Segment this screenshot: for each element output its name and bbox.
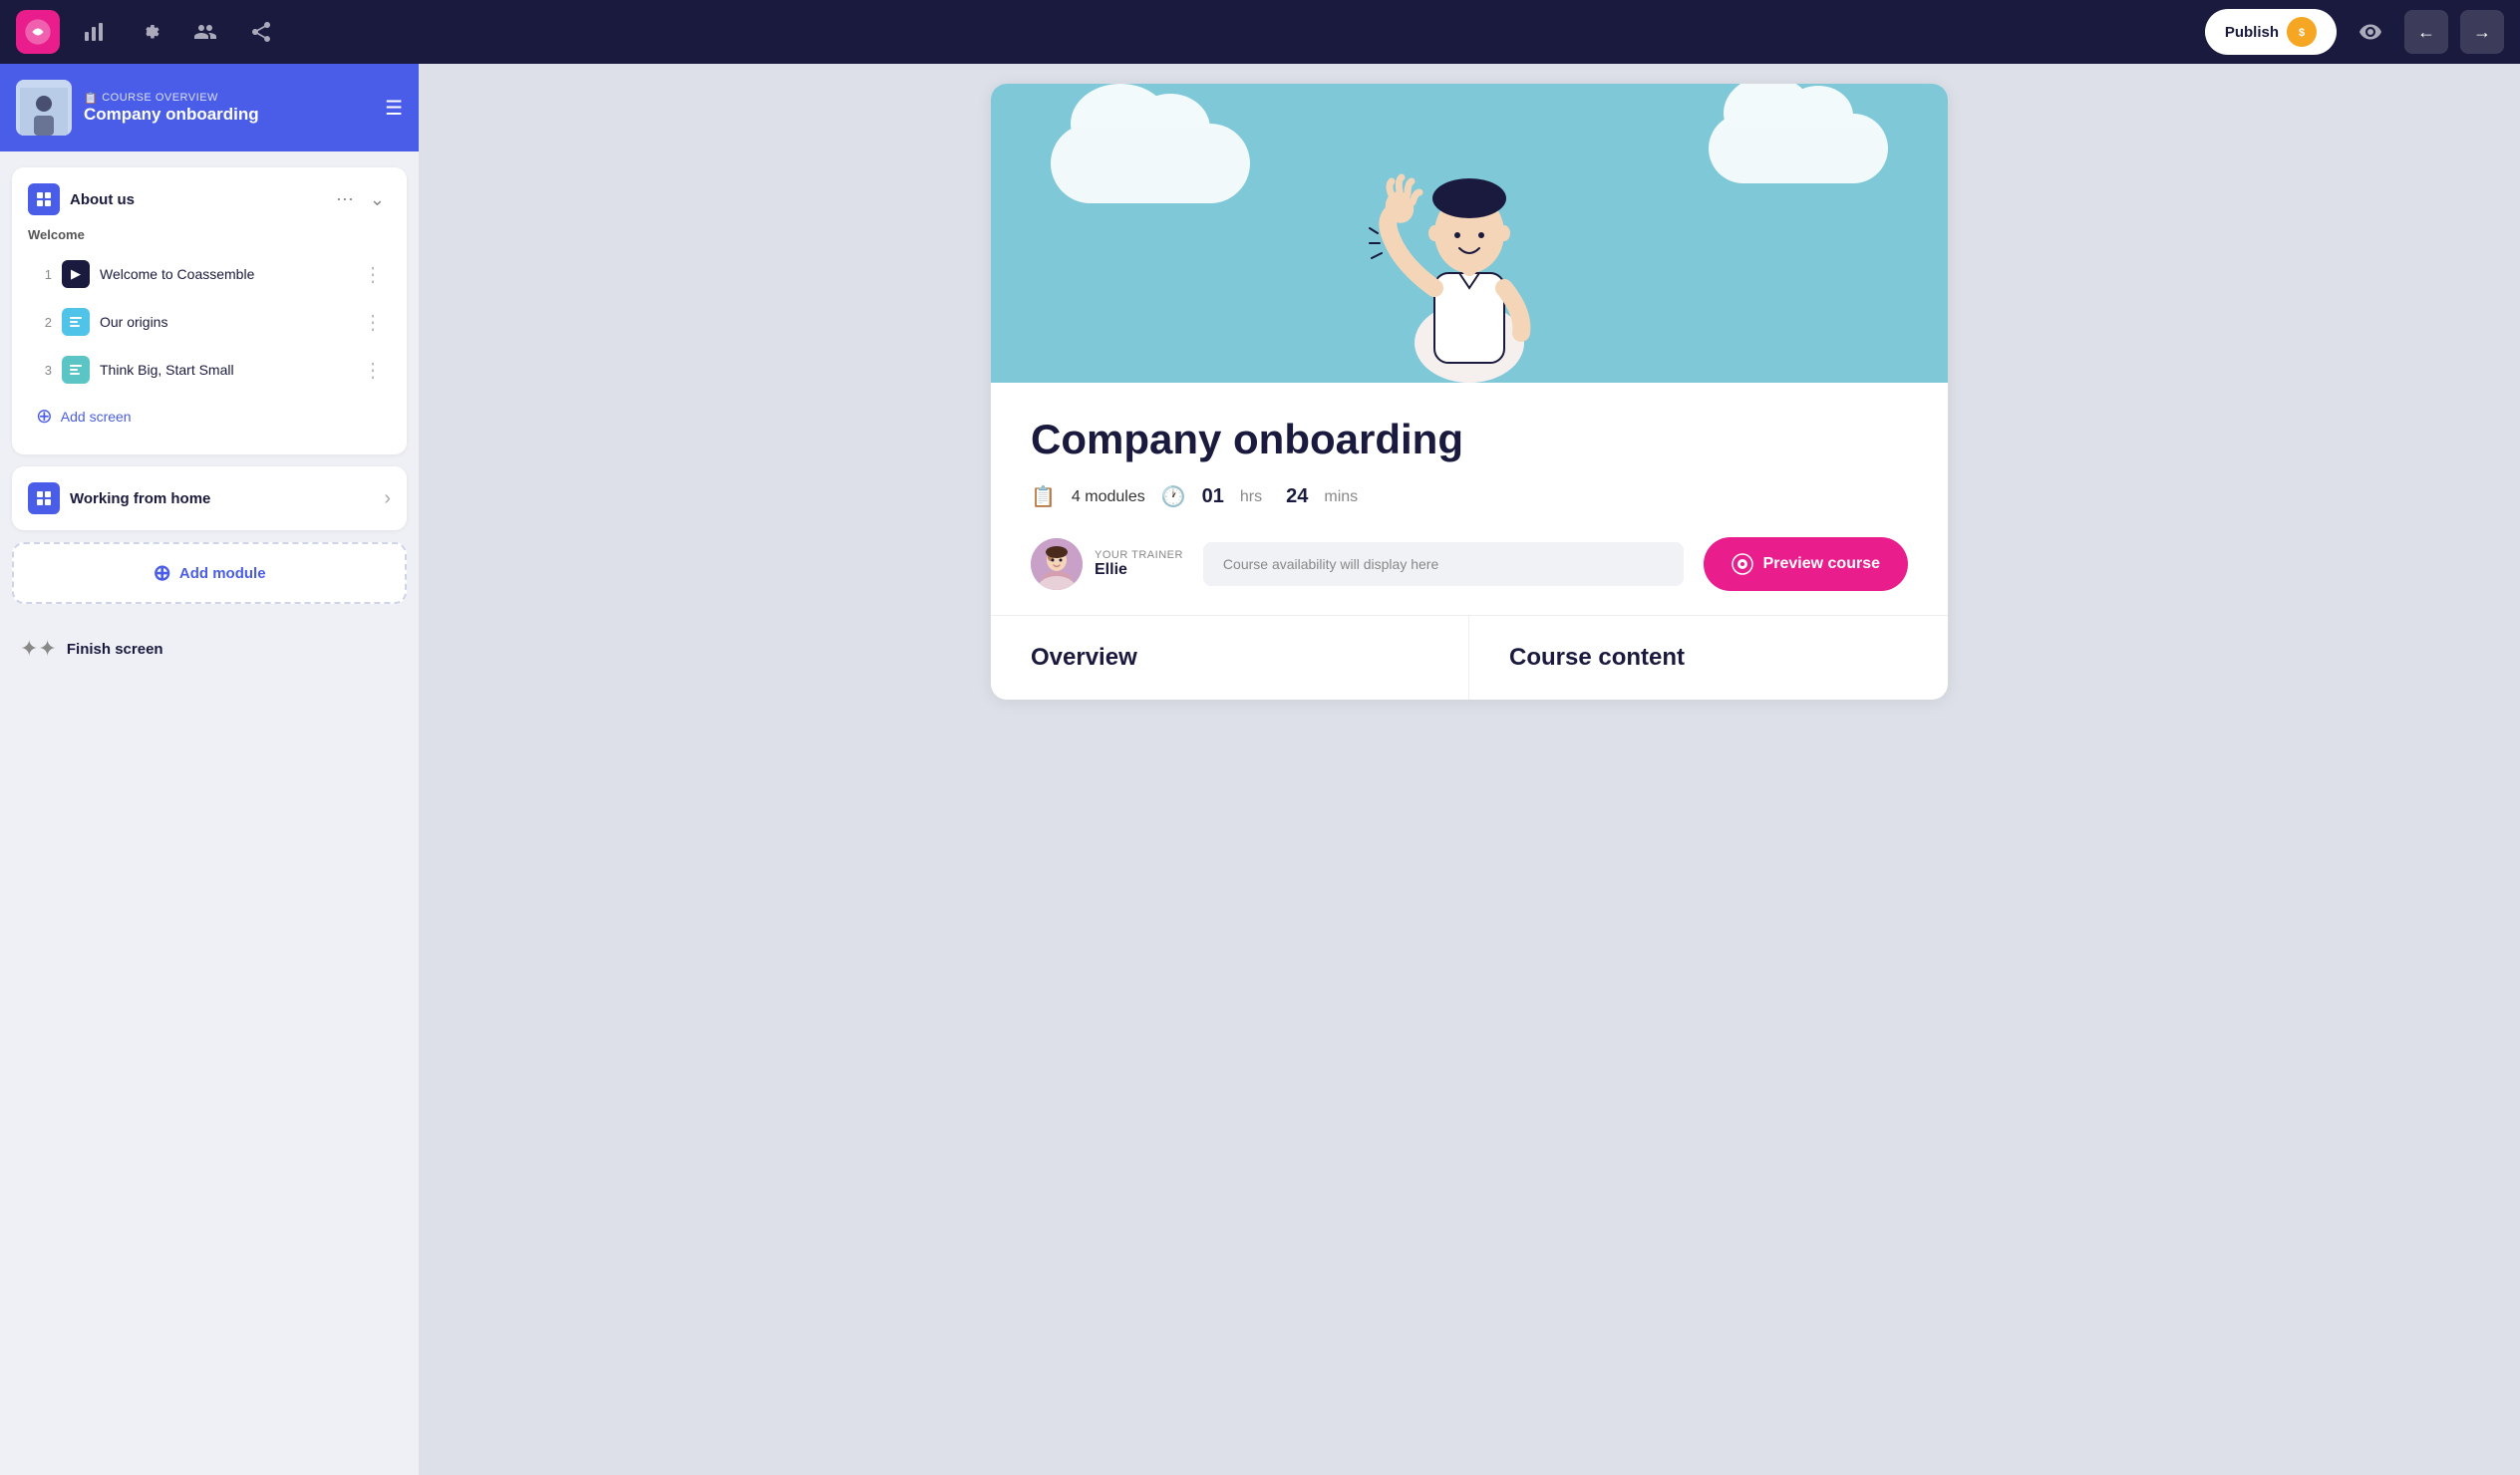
screen-item-3[interactable]: 3 Think Big, Start Small ⋮	[28, 346, 391, 394]
top-navigation: Publish $ ← →	[0, 0, 2520, 64]
trainer-info: YOUR TRAINER Ellie	[1031, 538, 1183, 590]
trainer-name: Ellie	[1095, 561, 1183, 579]
hrs-label: hrs	[1240, 488, 1262, 506]
sidebar-menu-button[interactable]: ☰	[385, 96, 403, 121]
svg-text:$: $	[2299, 27, 2305, 39]
preview-course-label: Preview course	[1763, 555, 1880, 573]
module-wfh-title: Working from home	[70, 490, 374, 507]
screen-item-2[interactable]: 2 Our origins ⋮	[28, 298, 391, 346]
publish-coin-icon: $	[2287, 17, 2317, 47]
content-area: Company onboarding 📋 4 modules 🕐 01 hrs …	[419, 64, 2520, 1475]
content-col: Course content	[1469, 616, 1948, 700]
cloud-right	[1709, 114, 1888, 183]
module-more-button[interactable]: ⋯	[330, 187, 360, 212]
screen-1-name: Welcome to Coassemble	[100, 266, 353, 282]
settings-icon-button[interactable]	[128, 10, 171, 54]
logo-button[interactable]	[16, 10, 60, 54]
screen-1-icon: ▶	[62, 260, 90, 288]
screen-item-1[interactable]: 1 ▶ Welcome to Coassemble ⋮	[28, 250, 391, 298]
module-wfh-icon	[28, 482, 60, 514]
screen-3-name: Think Big, Start Small	[100, 362, 353, 378]
hero-figure	[1340, 104, 1599, 383]
people-icon-button[interactable]	[183, 10, 227, 54]
trainer-avatar	[1031, 538, 1083, 590]
clock-icon: 🕐	[1161, 484, 1186, 509]
module-working-from-home[interactable]: Working from home ›	[12, 466, 407, 530]
preview-course-button[interactable]: Preview course	[1704, 537, 1908, 591]
screen-1-more-button[interactable]: ⋮	[363, 262, 383, 287]
course-preview-card: Company onboarding 📋 4 modules 🕐 01 hrs …	[991, 84, 1948, 700]
course-header[interactable]: 📋 COURSE OVERVIEW Company onboarding ☰	[0, 64, 419, 151]
overview-col: Overview	[991, 616, 1469, 700]
course-overview-label: 📋 COURSE OVERVIEW	[84, 92, 373, 105]
module-about-us-icon	[28, 183, 60, 215]
mins-label: mins	[1324, 488, 1358, 506]
course-thumbnail	[16, 80, 72, 136]
duration-hrs: 01	[1202, 485, 1224, 508]
duration-mins: 24	[1286, 485, 1308, 508]
share-icon-button[interactable]	[239, 10, 283, 54]
course-meta: 📋 4 modules 🕐 01 hrs 24 mins	[1031, 484, 1908, 509]
forward-button[interactable]: →	[2460, 10, 2504, 54]
finish-screen-section[interactable]: ✦✦ Finish screen	[12, 624, 407, 674]
screen-2-icon	[62, 308, 90, 336]
preview-eye-button[interactable]	[2349, 10, 2392, 54]
availability-badge: Course availability will display here	[1203, 542, 1684, 586]
modules-count: 4 modules	[1072, 488, 1145, 506]
add-module-button[interactable]: ⊕ Add module	[12, 542, 407, 604]
modules-icon: 📋	[1031, 484, 1056, 509]
publish-label: Publish	[2225, 24, 2279, 41]
section-welcome-label: Welcome	[28, 227, 391, 242]
course-footer-row: YOUR TRAINER Ellie Course availability w…	[1031, 537, 1908, 591]
hero-banner	[991, 84, 1948, 383]
module-collapse-button[interactable]: ⌄	[364, 187, 391, 212]
screen-3-icon	[62, 356, 90, 384]
module-about-us: About us ⋯ ⌄ Welcome 1 ▶ Welcome to Coas…	[12, 167, 407, 454]
course-info-section: Company onboarding 📋 4 modules 🕐 01 hrs …	[991, 383, 1948, 615]
screen-3-more-button[interactable]: ⋮	[363, 358, 383, 383]
finish-screen-icon: ✦✦	[20, 636, 57, 662]
trainer-label: YOUR TRAINER	[1095, 549, 1183, 561]
screen-2-name: Our origins	[100, 314, 353, 330]
analytics-icon-button[interactable]	[72, 10, 116, 54]
module-about-us-title: About us	[70, 191, 320, 208]
screen-2-more-button[interactable]: ⋮	[363, 310, 383, 335]
cloud-left	[1051, 124, 1250, 203]
sidebar-course-title: Company onboarding	[84, 105, 373, 125]
back-button[interactable]: ←	[2404, 10, 2448, 54]
content-heading: Course content	[1509, 644, 1908, 672]
add-screen-button[interactable]: ⊕ Add screen	[28, 394, 391, 439]
overview-heading: Overview	[1031, 644, 1428, 672]
module-wfh-expand-icon: ›	[384, 487, 391, 510]
course-main-title: Company onboarding	[1031, 415, 1908, 464]
overview-section: Overview Course content	[991, 615, 1948, 700]
finish-screen-label: Finish screen	[67, 641, 163, 658]
sidebar: 📋 COURSE OVERVIEW Company onboarding ☰	[0, 64, 419, 1475]
publish-button[interactable]: Publish $	[2205, 9, 2337, 55]
